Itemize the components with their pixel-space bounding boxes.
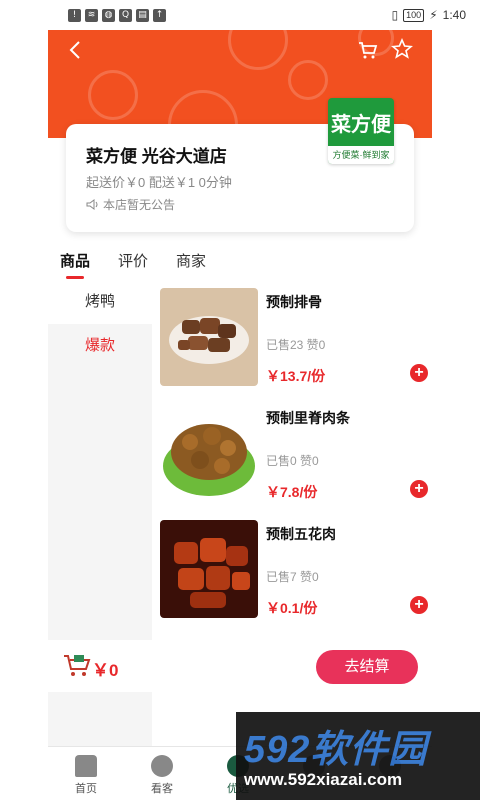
product-sales: 已售23 赞0 xyxy=(266,338,326,352)
shopping-cart-icon[interactable] xyxy=(62,652,92,678)
product-price: ￥13.7/份 xyxy=(266,368,326,384)
status-right: ▯ 100 ⚡ 1:40 xyxy=(392,8,466,22)
nav-home[interactable]: 首页 xyxy=(48,747,124,800)
product-item[interactable]: 预制里脊肉条 已售0 赞0 ￥7.8/份 + xyxy=(160,404,428,504)
favorite-button[interactable] xyxy=(390,37,414,61)
nav-label: 看客 xyxy=(151,783,173,795)
product-price: ￥7.8/份 xyxy=(266,484,318,500)
add-to-cart-button[interactable]: + xyxy=(410,480,428,498)
battery-level: 100 xyxy=(403,8,425,22)
add-to-cart-button[interactable]: + xyxy=(410,596,428,614)
category-item-roast-duck[interactable]: 烤鸭 xyxy=(48,280,152,324)
tab-reviews[interactable]: 评价 xyxy=(118,250,148,271)
logo-slogan: 方便菜·鲜到家 xyxy=(328,146,394,164)
product-image xyxy=(160,520,258,618)
sidebar-filler xyxy=(48,690,152,750)
cart-icon xyxy=(359,42,378,59)
tab-products[interactable]: 商品 xyxy=(60,250,90,279)
banner-decoration xyxy=(288,60,328,100)
store-name: 菜方便 光谷大道店 xyxy=(86,147,227,166)
banner-decoration xyxy=(228,30,288,70)
product-image xyxy=(160,288,258,386)
product-sales: 已售0 赞0 xyxy=(266,454,319,468)
back-button[interactable] xyxy=(64,38,88,62)
store-tabs: 商品 评价 商家 xyxy=(48,240,432,280)
status-icons: ! ≋ ◍ Q ▤ ↑ xyxy=(68,8,166,22)
product-price: ￥0.1/份 xyxy=(266,600,318,616)
category-sidebar: 烤鸭 爆款 xyxy=(48,280,152,640)
banner-decoration xyxy=(88,70,138,120)
product-item[interactable]: 预制五花肉 已售7 赞0 ￥0.1/份 + xyxy=(160,520,428,620)
nav-label: 首页 xyxy=(75,783,97,795)
star-icon xyxy=(391,37,413,59)
product-name: 预制五花肉 xyxy=(266,526,336,542)
wifi-icon: ≋ xyxy=(85,8,98,22)
chevron-left-icon xyxy=(69,41,80,59)
product-item[interactable]: 预制排骨 已售23 赞0 ￥13.7/份 + xyxy=(160,288,428,388)
news-app-icon: ▤ xyxy=(136,8,149,22)
upload-icon: ↑ xyxy=(153,8,166,22)
notification-icon: ! xyxy=(68,8,81,22)
speaker-icon xyxy=(86,199,98,210)
charging-icon: ⚡ xyxy=(429,8,438,22)
product-name: 预制排骨 xyxy=(266,294,322,310)
home-icon xyxy=(75,755,97,777)
logo-title: 菜方便 xyxy=(331,114,391,136)
search-app-icon: Q xyxy=(119,8,132,22)
status-bar: ! ≋ ◍ Q ▤ ↑ ▯ 100 ⚡ 1:40 xyxy=(0,0,480,30)
tab-merchant[interactable]: 商家 xyxy=(176,250,206,271)
add-to-cart-button[interactable]: + xyxy=(410,364,428,382)
product-sales: 已售7 赞0 xyxy=(266,570,319,584)
clock: 1:40 xyxy=(442,8,466,22)
delivery-info: 起送价￥0 配送￥1 0分钟 xyxy=(86,175,232,190)
store-logo: 菜方便 方便菜·鲜到家 xyxy=(328,98,394,164)
cart-bar: ￥0 去结算 xyxy=(48,640,432,692)
cart-button[interactable] xyxy=(356,38,380,62)
store-notice: 本店暂无公告 xyxy=(86,196,175,213)
vibrate-icon: ▯ xyxy=(391,8,399,22)
category-item-hot[interactable]: 爆款 xyxy=(48,324,152,368)
play-icon xyxy=(151,755,173,777)
watermark-url: www.592xiazai.com xyxy=(244,770,403,789)
watermark-logo: 592软件园 xyxy=(244,729,428,771)
app-icon: ◍ xyxy=(102,8,115,22)
product-list: 预制排骨 已售23 赞0 ￥13.7/份 + 预制里脊肉条 已售0 赞0 ￥7.… xyxy=(152,280,432,640)
cart-total: ￥0 xyxy=(92,661,119,680)
app-screen: 菜方便 光谷大道店 起送价￥0 配送￥1 0分钟 本店暂无公告 菜方便 方便菜·… xyxy=(48,30,432,800)
product-name: 预制里脊肉条 xyxy=(266,410,350,426)
product-image xyxy=(160,404,258,502)
watermark: 592软件园 www.592xiazai.com xyxy=(236,712,480,800)
notice-text: 本店暂无公告 xyxy=(103,198,176,212)
nav-watch[interactable]: 看客 xyxy=(124,747,200,800)
checkout-button[interactable]: 去结算 xyxy=(316,650,418,684)
